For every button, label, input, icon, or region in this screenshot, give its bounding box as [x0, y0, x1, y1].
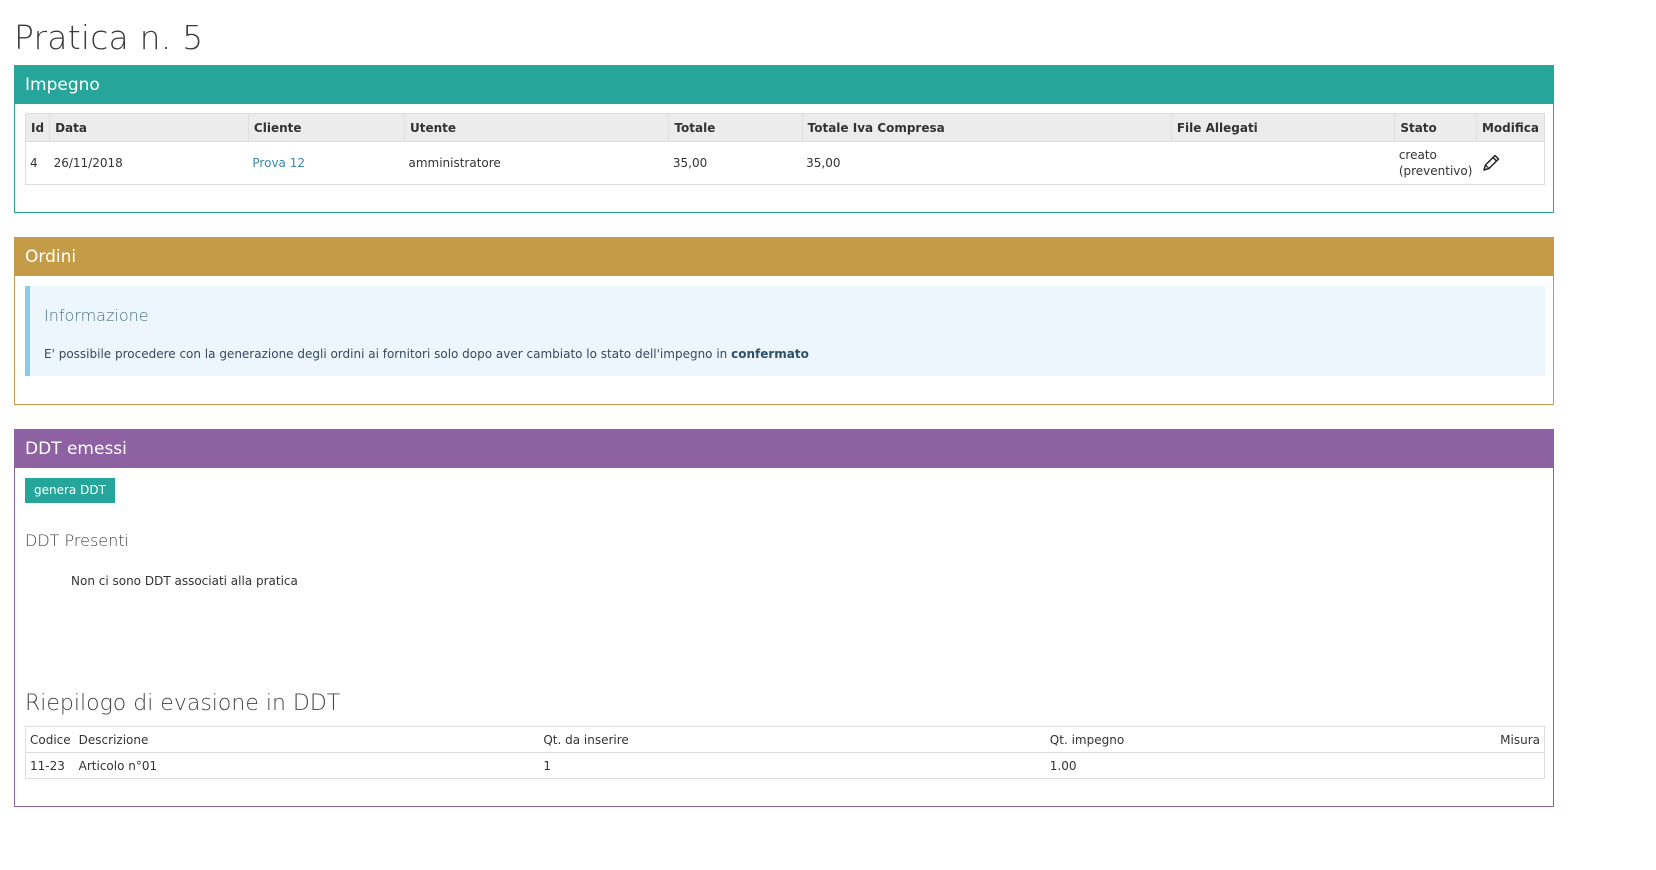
col-header-descrizione: Descrizione: [78, 732, 149, 747]
impegno-heading: Impegno: [15, 66, 1553, 104]
ordini-panel: Ordini Informazione E' possibile procede…: [14, 237, 1554, 405]
riepilogo-header-row: Codice Descrizione Qt. da inserire Qt. i…: [26, 727, 1545, 753]
cell-modifica: [1476, 141, 1545, 185]
table-row: 4 26/11/2018 Prova 12 amministratore 35,…: [25, 141, 1545, 185]
info-message: E' possibile procedere con la generazion…: [44, 347, 732, 361]
cell-misura: [1424, 752, 1545, 779]
cell-totale: 35,00: [668, 141, 803, 185]
cell-utente: amministratore: [404, 141, 669, 185]
riepilogo-table: Codice Descrizione Qt. da inserire Qt. i…: [25, 726, 1545, 779]
cell-id: 4: [25, 141, 50, 185]
cell-totale-iva: 35,00: [802, 141, 1172, 185]
col-header-cliente[interactable]: Cliente: [247, 113, 405, 142]
cell-codice: 11-23: [25, 752, 75, 779]
col-header-misura: Misura: [1500, 732, 1540, 747]
cell-file-allegati: [1171, 141, 1395, 185]
riepilogo-title: Riepilogo di evasione in DDT: [25, 691, 341, 716]
col-header-stato[interactable]: Stato: [1394, 113, 1477, 142]
stato-line1: creato: [1398, 148, 1437, 162]
cell-cliente: Prova 12: [248, 141, 405, 185]
pencil-icon[interactable]: [1480, 152, 1502, 174]
cell-qt-impegno: 1.00: [1045, 752, 1425, 779]
col-header-totale-iva[interactable]: Totale Iva Compresa: [801, 113, 1172, 142]
col-header-id[interactable]: Id: [25, 113, 50, 142]
info-text: E' possibile procedere con la generazion…: [44, 347, 809, 361]
ddt-presenti-title: DDT Presenti: [25, 531, 129, 550]
page-title: Pratica n. 5: [14, 18, 204, 57]
col-header-utente[interactable]: Utente: [403, 113, 669, 142]
col-header-modifica[interactable]: Modifica: [1475, 113, 1545, 142]
cliente-link[interactable]: Prova 12: [252, 156, 305, 170]
genera-ddt-button[interactable]: genera DDT: [25, 478, 115, 503]
cell-stato: creato (preventivo): [1394, 141, 1477, 185]
ddt-panel: DDT emessi genera DDT DDT Presenti Non c…: [14, 429, 1554, 807]
cell-data: 26/11/2018: [49, 141, 249, 185]
col-header-totale[interactable]: Totale: [668, 113, 803, 142]
impegno-table: Id Data Cliente Utente Totale Totale Iva…: [25, 113, 1545, 185]
impegno-header-row: Id Data Cliente Utente Totale Totale Iva…: [25, 113, 1545, 142]
col-header-file-allegati[interactable]: File Allegati: [1170, 113, 1395, 142]
table-row: 11-23 Articolo n°01 1 1.00: [25, 752, 1545, 779]
no-ddt-message: Non ci sono DDT associati alla pratica: [71, 574, 298, 588]
col-header-qt-impegno: Qt. impegno: [1049, 732, 1125, 747]
info-title: Informazione: [44, 306, 149, 325]
info-alert: Informazione E' possibile procedere con …: [25, 286, 1545, 376]
cell-descrizione: Articolo n°01: [74, 752, 540, 779]
col-header-data[interactable]: Data: [49, 113, 249, 142]
impegno-panel: Impegno Id Data Cliente Utente Totale To…: [14, 65, 1554, 213]
col-header-codice: Codice: [30, 732, 71, 747]
ordini-heading: Ordini: [15, 238, 1553, 276]
cell-qt-inserire: 1: [539, 752, 1046, 779]
stato-line2: (preventivo): [1398, 164, 1473, 178]
info-bold-status: confermato: [731, 347, 809, 361]
col-header-qt-inserire: Qt. da inserire: [543, 732, 629, 747]
ddt-heading: DDT emessi: [15, 430, 1553, 468]
